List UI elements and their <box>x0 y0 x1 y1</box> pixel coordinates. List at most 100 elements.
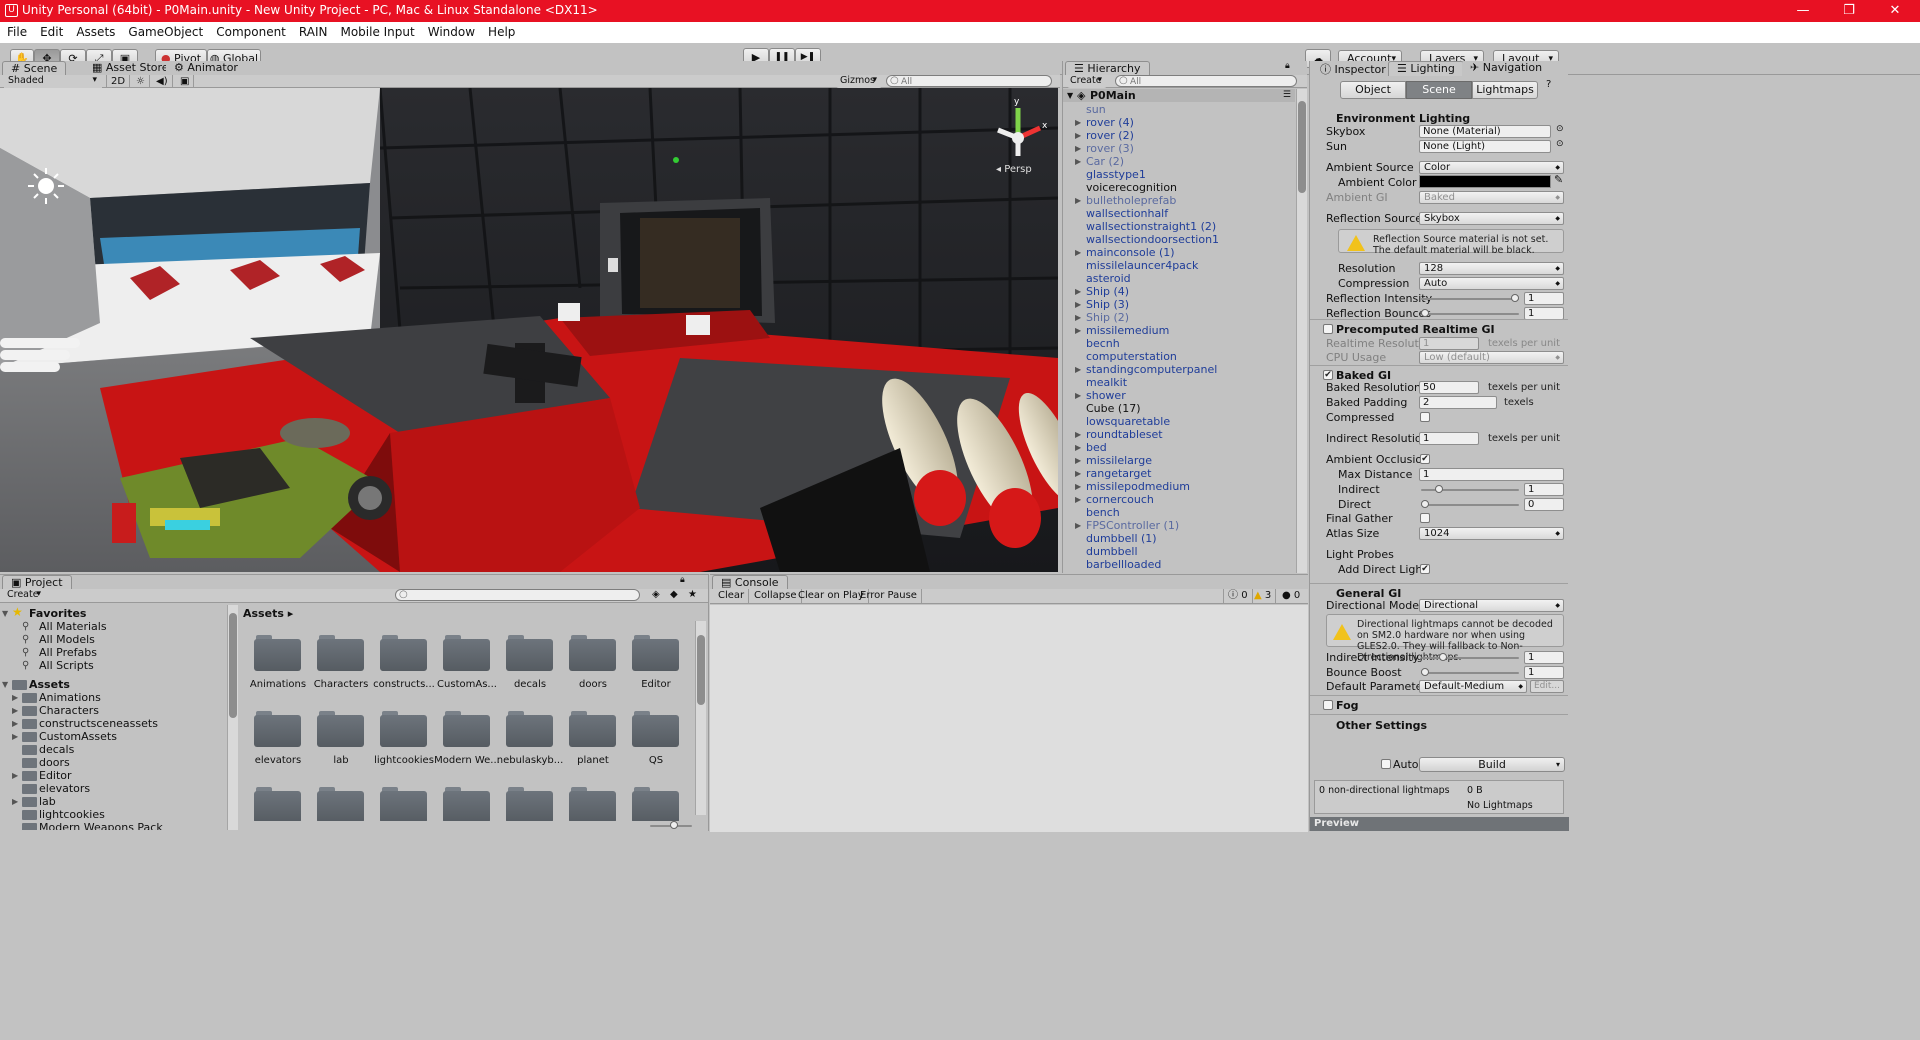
asset-folder[interactable]: lightcookies <box>0 808 226 821</box>
scene-search-input[interactable]: All <box>886 75 1052 87</box>
console-error-filter[interactable]: ● 0 <box>1278 589 1304 603</box>
expand-arrow-icon[interactable]: ▶ <box>1075 428 1081 441</box>
hierarchy-item[interactable]: Cube (17) <box>1063 402 1295 415</box>
indirect-slider[interactable] <box>1421 485 1519 493</box>
hierarchy-item[interactable]: voicerecognition <box>1063 181 1295 194</box>
persp-label[interactable]: ◂ Persp <box>996 164 1032 175</box>
hierarchy-item[interactable]: asteroid <box>1063 272 1295 285</box>
2d-toggle[interactable]: 2D <box>106 75 131 88</box>
hierarchy-search-input[interactable]: All <box>1115 75 1297 87</box>
menu-rain[interactable]: RAIN <box>292 22 334 39</box>
favorite-star-icon[interactable]: ★ <box>688 589 697 600</box>
shading-mode-dropdown[interactable]: Shaded <box>4 75 102 88</box>
reflection-bounces-slider[interactable] <box>1421 309 1519 317</box>
filter-type-icon[interactable]: ◈ <box>652 589 660 600</box>
asset-folder-icon[interactable] <box>254 787 301 821</box>
project-search-input[interactable] <box>395 589 640 601</box>
expand-arrow-icon[interactable]: ▶ <box>12 795 18 808</box>
favorite-item[interactable]: ⚲ All Prefabs <box>0 646 226 659</box>
hierarchy-item[interactable]: computerstation <box>1063 350 1295 363</box>
filter-label-icon[interactable]: ◆ <box>670 589 678 600</box>
expand-arrow-icon[interactable]: ▶ <box>1075 116 1081 129</box>
assets-root[interactable]: ▼ Assets <box>0 678 226 691</box>
auto-bake-checkbox[interactable] <box>1381 759 1391 769</box>
asset-folder-icon[interactable] <box>569 635 616 671</box>
hierarchy-item[interactable]: wallsectionstraight1 (2) <box>1063 220 1295 233</box>
compression-dropdown[interactable]: Auto <box>1419 277 1564 290</box>
hierarchy-item[interactable]: ▶ Ship (3) <box>1063 298 1295 311</box>
lighting-toggle-icon[interactable]: ☼ <box>132 75 150 88</box>
scene-view[interactable]: y x ◂ Persp <box>0 88 1058 572</box>
expand-arrow-icon[interactable]: ▶ <box>12 704 18 717</box>
hierarchy-item[interactable]: becnh <box>1063 337 1295 350</box>
asset-folder-icon[interactable] <box>569 787 616 821</box>
project-tree-scrollbar[interactable] <box>227 605 238 830</box>
sun-field[interactable]: None (Light) <box>1419 140 1551 153</box>
asset-folder-icon[interactable] <box>632 711 679 747</box>
skybox-field[interactable]: None (Material) <box>1419 125 1551 138</box>
scene-subtab[interactable]: Scene <box>1406 81 1472 99</box>
expand-arrow-icon[interactable]: ▶ <box>1075 129 1081 142</box>
asset-folder-icon[interactable] <box>380 711 427 747</box>
asset-folder[interactable]: Modern Weapons Pack <box>0 821 226 830</box>
hierarchy-item[interactable]: ▶ standingcomputerpanel <box>1063 363 1295 376</box>
asset-folder-icon[interactable] <box>632 635 679 671</box>
asset-folder[interactable]: ▶ Editor <box>0 769 226 782</box>
realtime-resolution-field[interactable]: 1 <box>1419 337 1479 350</box>
expand-arrow-icon[interactable]: ▶ <box>1075 142 1081 155</box>
hierarchy-item[interactable]: ▶ Ship (2) <box>1063 311 1295 324</box>
asset-folder[interactable]: ▶ lab <box>0 795 226 808</box>
final-gather-checkbox[interactable] <box>1420 513 1430 523</box>
reflection-intensity-field[interactable]: 1 <box>1524 292 1564 305</box>
console-warning-filter[interactable]: ▲ 3 <box>1250 589 1277 603</box>
baked-gi-checkbox[interactable]: ✔ <box>1323 370 1333 380</box>
asset-folder[interactable]: ▶ Animations <box>0 691 226 704</box>
expand-arrow-icon[interactable]: ▶ <box>1075 480 1081 493</box>
bounce-boost-field[interactable]: 1 <box>1524 666 1564 679</box>
expand-arrow-icon[interactable]: ▶ <box>1075 285 1081 298</box>
lock-icon[interactable]: 🔒︎ <box>680 575 685 585</box>
asset-folder-icon[interactable] <box>317 711 364 747</box>
hierarchy-item[interactable]: missilelauncer4pack <box>1063 259 1295 272</box>
hierarchy-item[interactable]: sun <box>1063 103 1295 116</box>
asset-folder-icon[interactable] <box>443 787 490 821</box>
expand-arrow-icon[interactable]: ▶ <box>1075 493 1081 506</box>
expand-arrow-icon[interactable]: ▶ <box>12 691 18 704</box>
fog-checkbox[interactable] <box>1323 700 1333 710</box>
scene-root-row[interactable]: ▼ ◈ P0Main ☰ <box>1063 89 1295 102</box>
asset-folder[interactable]: ▶ CustomAssets <box>0 730 226 743</box>
baked-resolution-field[interactable]: 50 <box>1419 381 1479 394</box>
indirect-intensity-field[interactable]: 1 <box>1524 651 1564 664</box>
asset-folder-icon[interactable] <box>380 635 427 671</box>
hierarchy-item[interactable]: ▶ Car (2) <box>1063 155 1295 168</box>
asset-folder-icon[interactable] <box>569 711 616 747</box>
atlas-size-dropdown[interactable]: 1024 <box>1419 527 1564 540</box>
hierarchy-item[interactable]: ▶ cornercouch <box>1063 493 1295 506</box>
hierarchy-item[interactable]: wallsectiondoorsection1 <box>1063 233 1295 246</box>
asset-folder[interactable]: decals <box>0 743 226 756</box>
hierarchy-item[interactable]: glasstype1 <box>1063 168 1295 181</box>
favorites-section[interactable]: ▼ ★ Favorites <box>0 606 226 621</box>
hierarchy-item[interactable]: ▶ missilepodmedium <box>1063 480 1295 493</box>
asset-folder-icon[interactable] <box>506 635 553 671</box>
hierarchy-item[interactable]: ▶ rover (4) <box>1063 116 1295 129</box>
object-picker-icon[interactable]: ⊙ <box>1556 124 1564 134</box>
hierarchy-create-dropdown[interactable]: Create <box>1067 75 1107 88</box>
direct-field[interactable]: 0 <box>1524 498 1564 511</box>
tab-project[interactable]: ▣ Project <box>2 575 72 589</box>
expand-arrow-icon[interactable]: ▶ <box>1075 311 1081 324</box>
directional-mode-dropdown[interactable]: Directional <box>1419 599 1564 612</box>
asset-folder-icon[interactable] <box>317 635 364 671</box>
expand-arrow-icon[interactable]: ▶ <box>1075 155 1081 168</box>
asset-folder[interactable]: ▶ constructsceneassets <box>0 717 226 730</box>
indirect-resolution-field[interactable]: 1 <box>1419 432 1479 445</box>
ambient-source-dropdown[interactable]: Color <box>1419 161 1564 174</box>
tab-console[interactable]: ▤ Console <box>712 575 788 589</box>
edit-parameters-button[interactable]: Edit... <box>1530 680 1564 693</box>
hierarchy-item[interactable]: ▶ bed <box>1063 441 1295 454</box>
asset-folder-icon[interactable] <box>443 635 490 671</box>
tab-animator[interactable]: ⚙ Animator <box>166 61 246 75</box>
expand-arrow-icon[interactable]: ▼ <box>2 607 8 620</box>
menu-gameobject[interactable]: GameObject <box>121 22 209 39</box>
indirect-intensity-slider[interactable] <box>1421 653 1519 661</box>
